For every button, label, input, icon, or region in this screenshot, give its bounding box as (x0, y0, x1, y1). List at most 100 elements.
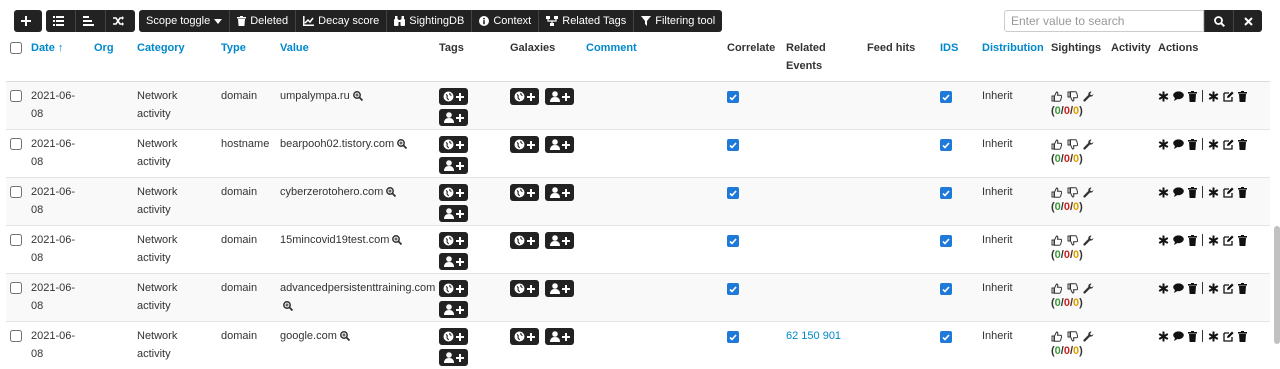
ids-checkbox[interactable] (940, 235, 952, 247)
row-select-checkbox[interactable] (10, 138, 22, 150)
trash-icon[interactable] (1188, 283, 1197, 294)
vertical-scrollbar[interactable] (1274, 226, 1280, 344)
tag-add-local-button[interactable] (439, 253, 468, 270)
row-select-checkbox[interactable] (10, 90, 22, 102)
thumbs-down-icon[interactable] (1067, 235, 1078, 246)
wrench-icon[interactable] (1083, 91, 1094, 102)
comment-icon[interactable] (1173, 283, 1184, 293)
tag-add-global-button[interactable] (439, 328, 468, 345)
asterisk-icon[interactable] (1158, 139, 1169, 150)
asterisk-icon[interactable] (1208, 235, 1219, 246)
correlate-checkbox[interactable] (727, 139, 739, 151)
org-column-header[interactable]: Org (90, 36, 133, 82)
search-button[interactable] (1204, 10, 1233, 32)
correlate-checkbox[interactable] (727, 91, 739, 103)
thumbs-down-icon[interactable] (1067, 331, 1078, 342)
wrench-icon[interactable] (1083, 139, 1094, 150)
galaxy-add-global-button[interactable] (510, 136, 539, 153)
tag-add-global-button[interactable] (439, 232, 468, 249)
tag-add-global-button[interactable] (439, 184, 468, 201)
tag-add-global-button[interactable] (439, 280, 468, 297)
ids-checkbox[interactable] (940, 139, 952, 151)
thumbs-down-icon[interactable] (1067, 139, 1078, 150)
galaxy-add-local-button[interactable] (545, 88, 574, 105)
galaxy-add-local-button[interactable] (545, 136, 574, 153)
edit-icon[interactable] (1223, 139, 1234, 150)
asterisk-icon[interactable] (1158, 235, 1169, 246)
correlate-checkbox[interactable] (727, 187, 739, 199)
trash-icon[interactable] (1238, 283, 1247, 294)
attribute-value[interactable]: google.com (280, 330, 337, 342)
edit-icon[interactable] (1223, 283, 1234, 294)
filtering-tool-button[interactable]: Filtering tool (634, 10, 722, 32)
galaxy-add-local-button[interactable] (545, 280, 574, 297)
attribute-value[interactable]: 15mincovid19test.com (280, 234, 389, 246)
ids-checkbox[interactable] (940, 91, 952, 103)
asterisk-icon[interactable] (1158, 331, 1169, 342)
asterisk-icon[interactable] (1158, 91, 1169, 102)
row-select-checkbox[interactable] (10, 186, 22, 198)
comment-column-header[interactable]: Comment (582, 36, 723, 82)
search-plus-icon[interactable] (392, 235, 402, 245)
galaxy-add-global-button[interactable] (510, 184, 539, 201)
asterisk-icon[interactable] (1208, 187, 1219, 198)
tag-add-local-button[interactable] (439, 301, 468, 318)
galaxy-add-global-button[interactable] (510, 232, 539, 249)
thumbs-down-icon[interactable] (1067, 283, 1078, 294)
thumbs-up-icon[interactable] (1051, 139, 1062, 150)
ids-checkbox[interactable] (940, 187, 952, 199)
trash-icon[interactable] (1188, 331, 1197, 342)
edit-icon[interactable] (1223, 235, 1234, 246)
comment-icon[interactable] (1173, 91, 1184, 101)
type-column-header[interactable]: Type (217, 36, 276, 82)
clear-search-button[interactable] (1233, 10, 1262, 32)
tag-add-local-button[interactable] (439, 109, 468, 126)
distribution-column-header[interactable]: Distribution (978, 36, 1047, 82)
comment-icon[interactable] (1173, 331, 1184, 341)
tag-add-local-button[interactable] (439, 157, 468, 174)
add-attribute-button[interactable] (14, 10, 42, 32)
thumbs-down-icon[interactable] (1067, 91, 1078, 102)
thumbs-up-icon[interactable] (1051, 331, 1062, 342)
wrench-icon[interactable] (1083, 283, 1094, 294)
correlate-checkbox[interactable] (727, 235, 739, 247)
date-column-header[interactable]: Date ↑ (27, 36, 90, 82)
attribute-value[interactable]: umpalympa.ru (280, 90, 350, 102)
trash-icon[interactable] (1238, 139, 1247, 150)
category-column-header[interactable]: Category (133, 36, 217, 82)
asterisk-icon[interactable] (1208, 91, 1219, 102)
correlate-checkbox[interactable] (727, 283, 739, 295)
decay-score-button[interactable]: Decay score (296, 10, 387, 32)
thumbs-up-icon[interactable] (1051, 187, 1062, 198)
related-events-link[interactable]: 62 150 901 (786, 330, 841, 342)
trash-icon[interactable] (1188, 187, 1197, 198)
search-input[interactable] (1004, 10, 1204, 32)
search-plus-icon[interactable] (386, 187, 396, 197)
trash-icon[interactable] (1238, 187, 1247, 198)
search-plus-icon[interactable] (353, 91, 363, 101)
list-view-button[interactable] (46, 10, 76, 32)
align-view-button[interactable] (76, 10, 106, 32)
asterisk-icon[interactable] (1158, 187, 1169, 198)
ids-column-header[interactable]: IDS (936, 36, 978, 82)
tag-add-global-button[interactable] (439, 88, 468, 105)
galaxy-add-global-button[interactable] (510, 328, 539, 345)
galaxy-add-local-button[interactable] (545, 184, 574, 201)
wrench-icon[interactable] (1083, 187, 1094, 198)
ids-checkbox[interactable] (940, 283, 952, 295)
related-tags-button[interactable]: Related Tags (539, 10, 634, 32)
value-column-header[interactable]: Value (276, 36, 435, 82)
asterisk-icon[interactable] (1158, 283, 1169, 294)
comment-icon[interactable] (1173, 235, 1184, 245)
thumbs-up-icon[interactable] (1051, 91, 1062, 102)
tag-add-local-button[interactable] (439, 349, 468, 366)
galaxy-add-local-button[interactable] (545, 232, 574, 249)
trash-icon[interactable] (1188, 235, 1197, 246)
sightingdb-button[interactable]: SightingDB (387, 10, 472, 32)
edit-icon[interactable] (1223, 187, 1234, 198)
galaxy-add-global-button[interactable] (510, 280, 539, 297)
row-select-checkbox[interactable] (10, 330, 22, 342)
trash-icon[interactable] (1238, 235, 1247, 246)
attribute-value[interactable]: bearpooh02.tistory.com (280, 138, 394, 150)
deleted-button[interactable]: Deleted (230, 10, 296, 32)
